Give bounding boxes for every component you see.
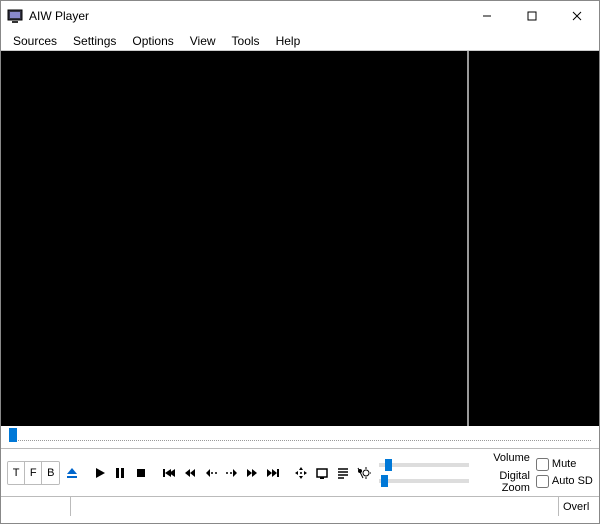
move-button[interactable]: [292, 462, 311, 484]
menu-options[interactable]: Options: [124, 32, 181, 50]
stop-button[interactable]: [132, 462, 151, 484]
volume-label: Volume: [477, 452, 530, 464]
rewind-button[interactable]: [181, 462, 200, 484]
statusbar: Overl: [1, 496, 599, 516]
step-back-button[interactable]: [201, 462, 220, 484]
window-title: AIW Player: [29, 9, 89, 23]
play-button[interactable]: [90, 462, 109, 484]
skip-forward-button[interactable]: [264, 462, 283, 484]
t-button[interactable]: T: [8, 462, 25, 484]
menu-view[interactable]: View: [182, 32, 224, 50]
zoom-label: Digital Zoom: [477, 470, 530, 494]
menu-tools[interactable]: Tools: [224, 32, 268, 50]
app-icon: [7, 8, 23, 24]
status-overlay: Overl: [559, 497, 599, 516]
playlist-button[interactable]: [333, 462, 352, 484]
f-button[interactable]: F: [25, 462, 42, 484]
volume-slider[interactable]: [379, 463, 469, 467]
step-forward-button[interactable]: [222, 462, 241, 484]
seek-ticks: [13, 440, 591, 445]
fullscreen-button[interactable]: [313, 462, 332, 484]
status-cell-2: [71, 497, 559, 516]
seek-bar[interactable]: [1, 426, 599, 448]
eject-button[interactable]: [62, 462, 81, 484]
auto-sd-checkbox[interactable]: Auto SD: [536, 475, 593, 488]
minimize-button[interactable]: [464, 1, 509, 31]
zoom-thumb[interactable]: [381, 475, 388, 487]
b-button[interactable]: B: [42, 462, 59, 484]
close-button[interactable]: [554, 1, 599, 31]
maximize-button[interactable]: [509, 1, 554, 31]
seek-thumb[interactable]: [9, 428, 17, 442]
titlebar: AIW Player: [1, 1, 599, 31]
menu-help[interactable]: Help: [268, 32, 309, 50]
video-area: [1, 51, 599, 426]
tfb-group: T F B: [7, 461, 60, 485]
zoom-slider[interactable]: [379, 479, 469, 483]
menubar: Sources Settings Options View Tools Help: [1, 31, 599, 51]
pause-button[interactable]: [111, 462, 130, 484]
mute-checkbox[interactable]: Mute: [536, 458, 593, 471]
menu-sources[interactable]: Sources: [5, 32, 65, 50]
volume-thumb[interactable]: [385, 459, 392, 471]
brightness-button[interactable]: [354, 462, 373, 484]
video-divider: [467, 51, 469, 426]
menu-settings[interactable]: Settings: [65, 32, 124, 50]
skip-back-button[interactable]: [160, 462, 179, 484]
controls-panel: T F B Volume Digital Zoom Mute Auto SD: [1, 448, 599, 496]
fast-forward-button[interactable]: [243, 462, 262, 484]
status-cell-1: [1, 497, 71, 516]
